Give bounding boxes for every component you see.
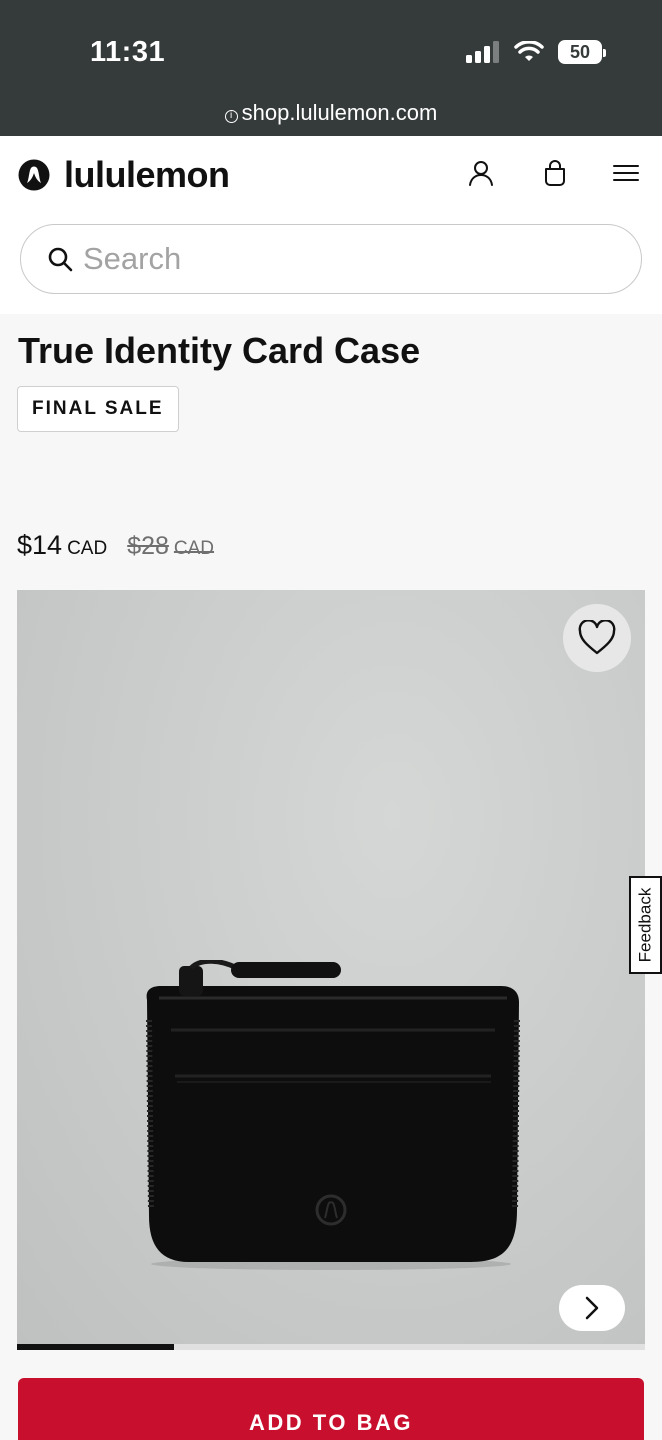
site-header: lululemon Search [0, 136, 662, 314]
original-price: $28 CAD [127, 532, 214, 561]
shopping-bag-icon[interactable] [540, 158, 570, 188]
current-price-value: $14 [17, 530, 63, 560]
final-sale-badge: FINAL SALE [17, 386, 179, 432]
original-price-value: $28 [127, 532, 169, 560]
product-image-gallery[interactable] [17, 590, 645, 1345]
account-icon[interactable] [466, 158, 496, 188]
wifi-icon [514, 41, 544, 61]
lululemon-logo-icon [18, 159, 50, 191]
gallery-progress-fill [17, 1344, 174, 1350]
wishlist-button[interactable] [563, 604, 631, 672]
signal-icon [466, 41, 499, 63]
card-case-image [146, 960, 520, 1270]
status-bar: 11:31 50 i shop.lululemon.com [0, 0, 662, 136]
next-image-button[interactable] [559, 1285, 625, 1331]
brand-name: lululemon [64, 154, 230, 195]
product-title: True Identity Card Case [18, 330, 421, 371]
add-to-bag-button[interactable]: ADD TO BAG [18, 1378, 644, 1440]
gallery-progress [17, 1344, 645, 1350]
current-price: $14 CAD [17, 530, 107, 561]
price-row: $14 CAD $28 CAD [17, 530, 214, 561]
chevron-right-icon [585, 1296, 599, 1320]
search-icon [48, 247, 73, 272]
status-time: 11:31 [90, 36, 166, 68]
brand-logo[interactable]: lululemon [18, 154, 230, 196]
current-price-currency: CAD [67, 538, 108, 559]
url-text: shop.lululemon.com [241, 100, 438, 125]
feedback-tab[interactable]: Feedback [629, 876, 662, 974]
search-input[interactable]: Search [20, 224, 642, 294]
search-placeholder: Search [83, 241, 182, 276]
status-icons: 50 [466, 40, 606, 64]
battery-icon: 50 [558, 40, 606, 64]
battery-level: 50 [569, 41, 591, 62]
heart-icon [578, 620, 616, 655]
feedback-label: Feedback [635, 887, 655, 963]
info-icon: i [224, 110, 238, 123]
original-price-currency: CAD [173, 538, 215, 559]
url-bar[interactable]: i shop.lululemon.com [0, 100, 662, 126]
menu-icon[interactable] [611, 158, 641, 188]
